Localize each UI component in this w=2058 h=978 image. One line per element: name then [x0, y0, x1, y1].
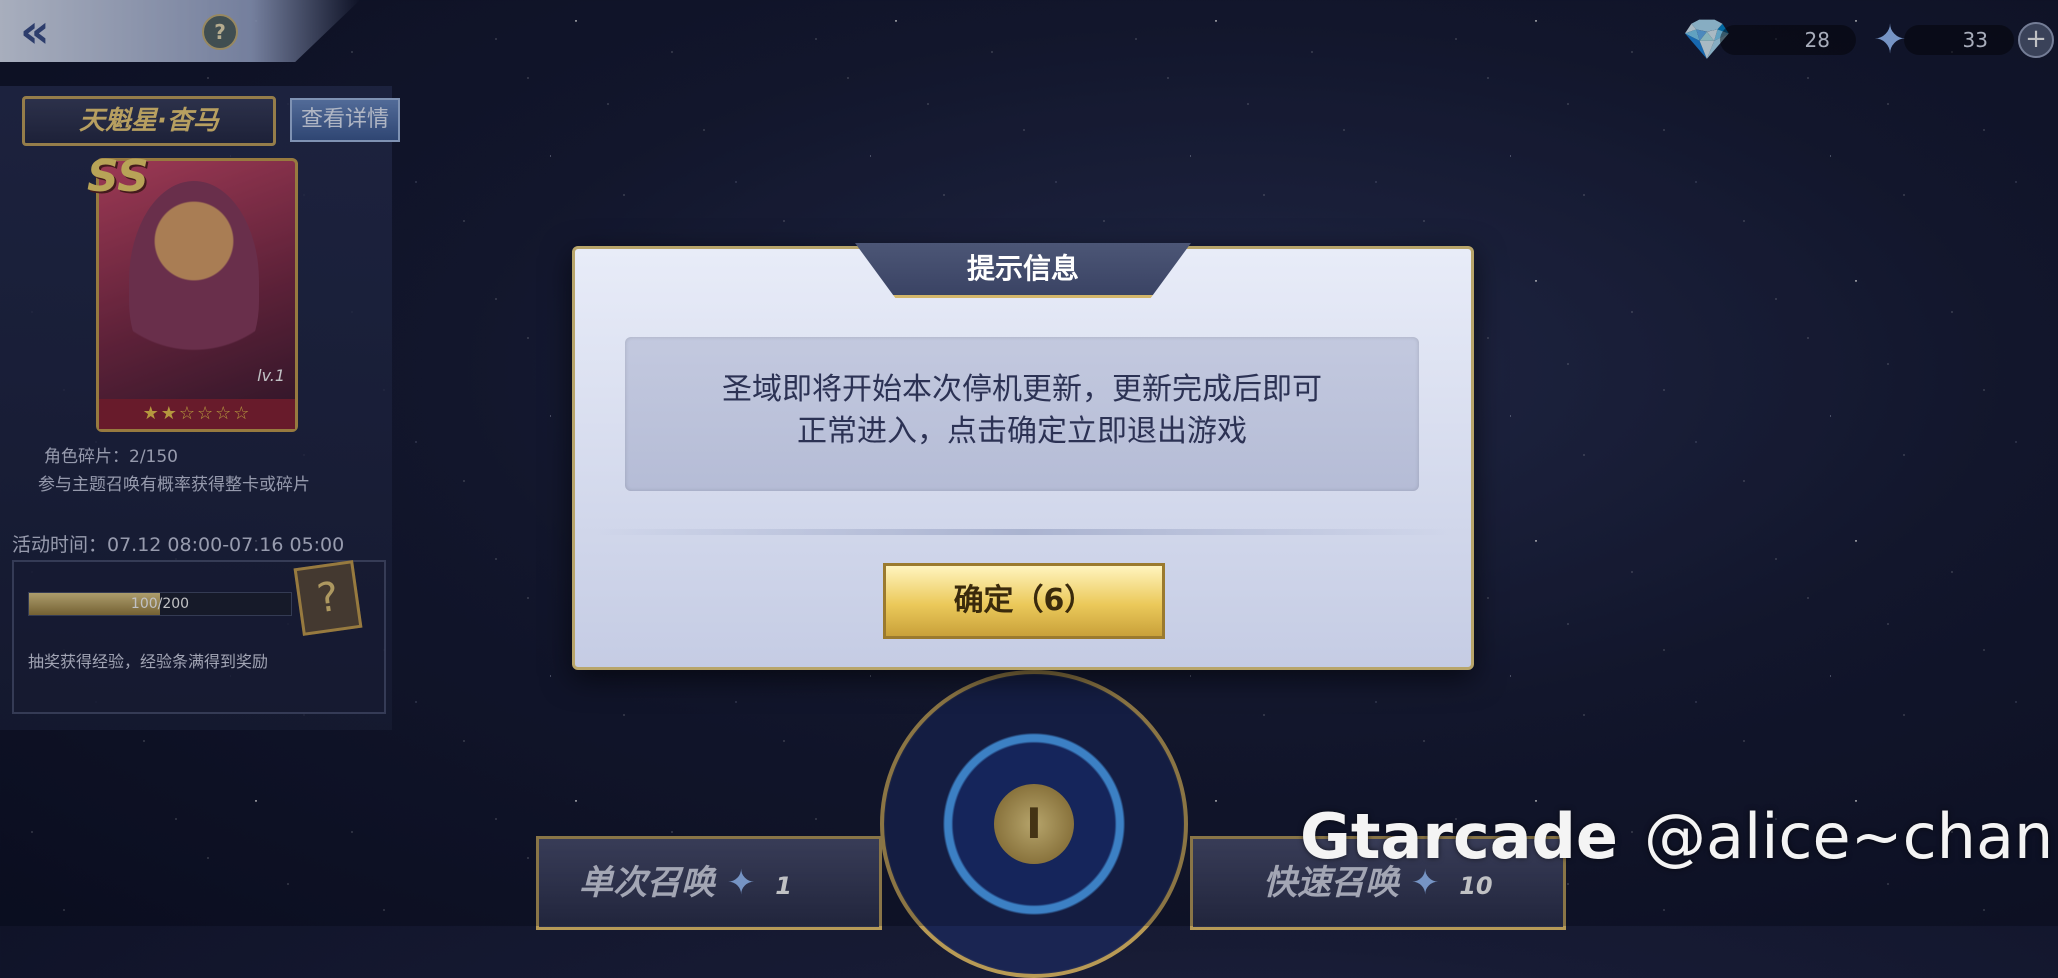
watermark: Gtarcade @alice~chan	[1300, 800, 2053, 873]
message-line-1: 圣域即将开始本次停机更新，更新完成后即可	[722, 372, 1322, 407]
dialog-title-tab: 提示信息	[855, 243, 1191, 298]
confirm-button[interactable]: 确定（6）	[883, 563, 1165, 639]
watermark-brand: Gtarcade	[1300, 800, 1618, 873]
notice-dialog: 提示信息 圣域即将开始本次停机更新，更新完成后即可 正常进入，点击确定立即退出游…	[572, 243, 1474, 670]
watermark-handle: @alice~chan	[1643, 800, 2054, 873]
dialog-message: 圣域即将开始本次停机更新，更新完成后即可 正常进入，点击确定立即退出游戏	[655, 369, 1389, 453]
message-line-2: 正常进入，点击确定立即退出游戏	[797, 414, 1247, 449]
dialog-divider	[591, 529, 1455, 535]
dialog-title: 提示信息	[966, 252, 1079, 285]
message-box: 圣域即将开始本次停机更新，更新完成后即可 正常进入，点击确定立即退出游戏	[625, 337, 1419, 491]
